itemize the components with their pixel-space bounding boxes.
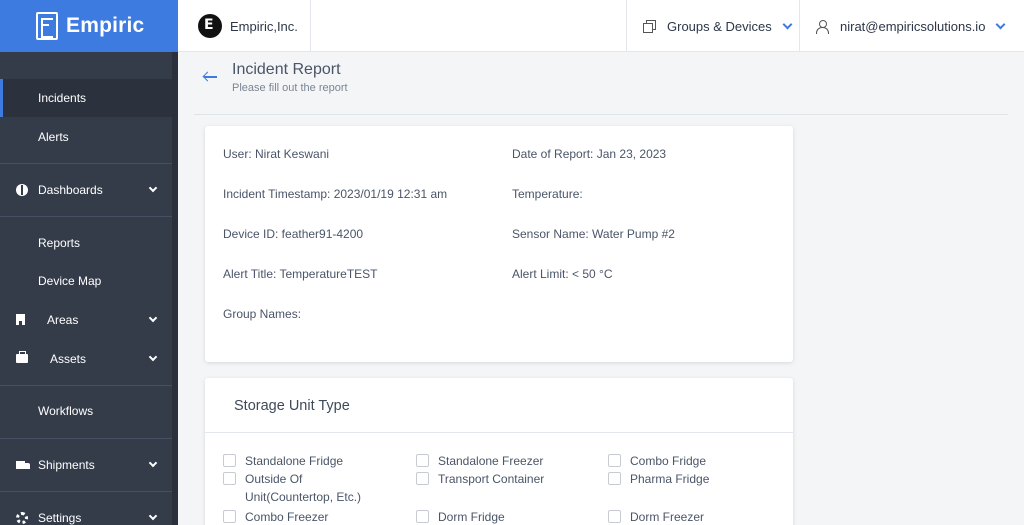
dashboard-icon (16, 184, 28, 196)
sidebar-item-label: Dashboards (38, 183, 103, 197)
option-combo-freezer[interactable]: Combo Freezer (223, 510, 328, 525)
back-arrow-icon[interactable] (202, 68, 220, 86)
sidebar-item-label: Incidents (38, 91, 87, 105)
card-divider (205, 432, 793, 433)
option-label: Standalone Fridge (245, 454, 344, 468)
sidebar-item-settings[interactable]: Settings (0, 499, 172, 525)
option-outside-of-unit[interactable]: Outside Of Unit(Countertop, Etc.) (223, 472, 393, 506)
checkbox[interactable] (416, 510, 429, 523)
option-label: Combo Freezer (245, 510, 329, 524)
sidebar-item-label: Areas (47, 313, 79, 327)
sidebar-item-alerts[interactable]: Alerts (0, 118, 172, 156)
sidebar-divider (0, 438, 172, 439)
sidebar-divider (0, 216, 172, 217)
user-email: nirat@empiricsolutions.io (840, 18, 986, 34)
alert-title: Alert Title: TemperatureTEST (223, 267, 378, 281)
device-id: Device ID: feather91-4200 (223, 227, 364, 241)
sidebar-item-incidents[interactable]: Incidents (0, 79, 172, 117)
checkbox[interactable] (608, 454, 621, 467)
building-icon (16, 314, 25, 325)
option-dorm-freezer[interactable]: Dorm Freezer (608, 510, 704, 525)
user-menu[interactable]: nirat@empiricsolutions.io (800, 0, 1024, 52)
report-user: User: Nirat Keswani (223, 147, 330, 161)
groups-devices-label: Groups & Devices (667, 18, 772, 34)
sidebar-divider (0, 491, 172, 492)
option-label: Pharma Fridge (630, 472, 710, 486)
sidebar-item-label: Device Map (38, 274, 102, 288)
option-standalone-fridge[interactable]: Standalone Fridge (223, 454, 343, 470)
page-subtitle: Please fill out the report (232, 82, 348, 94)
user-icon (816, 19, 829, 34)
sidebar-item-label: Assets (50, 352, 87, 366)
chevron-down-icon (782, 19, 793, 29)
sidebar-item-label: Settings (38, 511, 82, 525)
sidebar-item-reports[interactable]: Reports (0, 224, 172, 262)
sidebar-item-label: Workflows (38, 404, 94, 418)
option-dorm-fridge[interactable]: Dorm Fridge (416, 510, 505, 525)
sidebar-item-label: Alerts (38, 130, 69, 144)
org-name: Empiric,Inc. (230, 18, 298, 34)
sensor-name: Sensor Name: Water Pump #2 (512, 227, 675, 241)
report-temperature: Temperature: (512, 187, 583, 201)
checkbox[interactable] (223, 472, 236, 485)
option-pharma-fridge[interactable]: Pharma Fridge (608, 472, 709, 488)
sidebar-item-label: Reports (38, 236, 81, 250)
sidebar-item-areas[interactable]: Areas (0, 301, 172, 339)
top-bar: Empiric Empiric,Inc. Groups & Devices ni… (0, 0, 1024, 52)
sidebar-item-workflows[interactable]: Workflows (0, 392, 172, 430)
page-title: Incident Report (232, 61, 341, 78)
sidebar-item-dashboards[interactable]: Dashboards (0, 171, 172, 209)
storage-unit-card: Storage Unit Type Standalone Fridge Stan… (205, 378, 793, 525)
sidebar-divider (0, 385, 172, 386)
chevron-down-icon (995, 19, 1006, 29)
groups-devices-dropdown[interactable]: Groups & Devices (626, 0, 800, 52)
checkbox[interactable] (223, 510, 236, 523)
option-standalone-freezer[interactable]: Standalone Freezer (416, 454, 543, 470)
org-logo-icon (198, 14, 222, 38)
option-label: Transport Container (438, 472, 545, 486)
checkbox[interactable] (608, 472, 621, 485)
sidebar: Incidents Alerts Dashboards Reports Devi… (0, 52, 178, 525)
checkbox[interactable] (223, 454, 236, 467)
chevron-down-icon (148, 183, 158, 193)
brand-logo[interactable]: Empiric (0, 0, 178, 52)
brand-name: Empiric (66, 14, 145, 37)
incident-timestamp: Incident Timestamp: 2023/01/19 12:31 am (223, 187, 448, 201)
option-label: Dorm Fridge (438, 510, 505, 524)
option-label: Standalone Freezer (438, 454, 544, 468)
alert-limit: Alert Limit: < 50 °C (512, 267, 613, 281)
report-date: Date of Report: Jan 23, 2023 (512, 147, 667, 161)
chevron-down-icon (148, 313, 158, 323)
sidebar-item-assets[interactable]: Assets (0, 340, 172, 378)
option-transport-container[interactable]: Transport Container (416, 472, 544, 488)
storage-unit-title: Storage Unit Type (234, 398, 350, 414)
group-names: Group Names: (223, 307, 302, 321)
option-label: Outside Of Unit(Countertop, Etc.) (245, 472, 362, 504)
sidebar-item-device-map[interactable]: Device Map (0, 262, 172, 300)
sidebar-item-label: Shipments (38, 458, 95, 472)
chevron-down-icon (148, 458, 158, 468)
gear-icon (16, 512, 28, 524)
chevron-down-icon (148, 511, 158, 521)
empiric-logo-icon (36, 12, 58, 40)
checkbox[interactable] (608, 510, 621, 523)
option-combo-fridge[interactable]: Combo Fridge (608, 454, 706, 470)
chevron-down-icon (148, 352, 158, 362)
briefcase-icon (16, 351, 28, 363)
checkbox[interactable] (416, 472, 429, 485)
main-content: Incident Report Please fill out the repo… (178, 52, 1024, 525)
option-label: Combo Fridge (630, 454, 707, 468)
checkbox[interactable] (416, 454, 429, 467)
copy-icon (643, 20, 656, 33)
header-divider (194, 114, 1008, 115)
sidebar-divider (0, 163, 172, 164)
sidebar-item-shipments[interactable]: Shipments (0, 446, 172, 484)
truck-icon (16, 461, 30, 469)
org-selector[interactable]: Empiric,Inc. (178, 0, 311, 52)
report-details-card: User: Nirat Keswani Date of Report: Jan … (205, 126, 793, 362)
option-label: Dorm Freezer (630, 510, 705, 524)
